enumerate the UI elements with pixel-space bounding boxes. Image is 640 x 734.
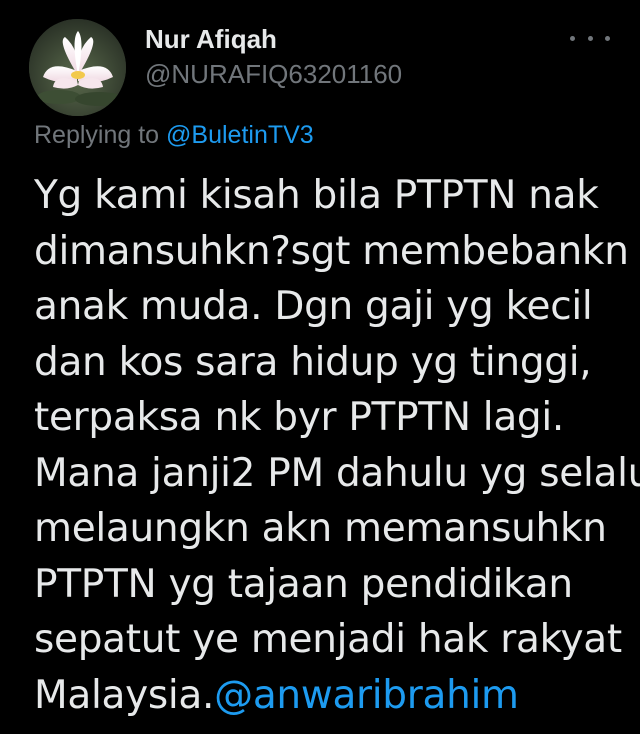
more-dot: [605, 35, 610, 41]
author-handle[interactable]: @NURAFIQ63201160: [145, 59, 402, 90]
tweet-text-line: dimansuhkn?sgt membebankn: [34, 228, 629, 274]
tweet-text-line: melaungkn akn memansuhkn: [34, 506, 607, 551]
tweet-text-line: sepatut ye menjadi hak rakyat: [34, 617, 622, 662]
tweet-card: Nur Afiqah @NURAFIQ63201160 Replying to …: [0, 0, 640, 734]
tweet-text-line: PTPTN yg tajaan pendidikan: [34, 561, 573, 607]
tweet-text-fragment: Malaysia.: [34, 672, 215, 718]
more-options-icon[interactable]: [570, 28, 610, 48]
tweet-text-last-line: Malaysia.@anwaribrahim: [34, 668, 634, 724]
tweet-text-line: Yg kami kisah bila PTPTN nak: [34, 173, 599, 218]
tweet-text-line: dan kos sara hidup yg tinggi,: [34, 339, 592, 385]
tweet-text: Yg kami kisah bila PTPTN nak dimansuhkn?…: [34, 168, 640, 724]
replying-to-line: Replying to @BuletinTV3: [34, 121, 314, 150]
tweet-text-line: terpaksa nk byr PTPTN lagi.: [34, 395, 565, 440]
tweet-text-line: anak muda. Dgn gaji yg kecil: [34, 284, 593, 329]
tweet-text-line: Mana janji2 PM dahulu yg selalu: [34, 450, 640, 496]
avatar[interactable]: [29, 19, 126, 116]
replying-to-label: Replying to: [34, 121, 167, 149]
more-dot: [587, 35, 593, 41]
more-dot: [570, 35, 575, 41]
author-display-name[interactable]: Nur Afiqah: [145, 24, 277, 55]
reply-mention-link[interactable]: @BuletinTV3: [166, 121, 314, 149]
lotus-flower-icon: [29, 19, 126, 116]
body-mention-link[interactable]: @anwaribrahim: [214, 673, 519, 718]
